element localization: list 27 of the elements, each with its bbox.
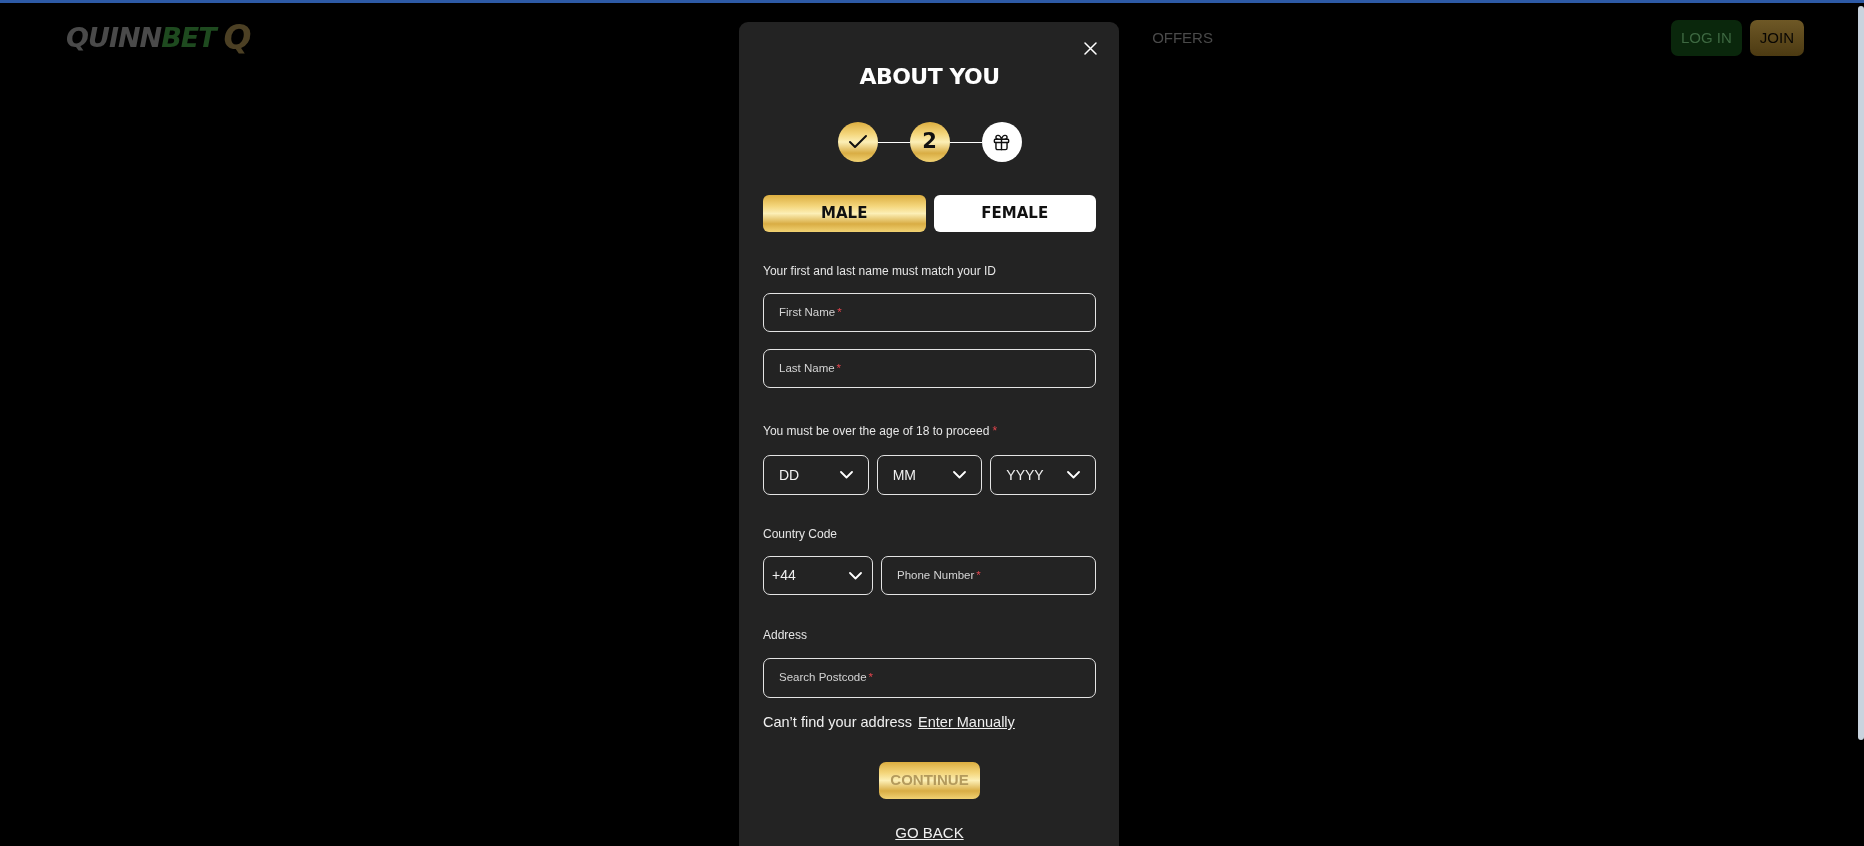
scrollbar[interactable] [1858,6,1864,740]
enter-manually-link[interactable]: Enter Manually [918,712,1015,734]
close-icon [1084,42,1097,55]
postcode-input-field[interactable]: Search Postcode * [763,658,1096,698]
country-code-select[interactable]: +44 [763,556,873,595]
gender-option[interactable]: FEMALE [933,195,1096,232]
name-note: Your first and last name must match your ID [763,263,997,279]
address-label: Address [763,627,809,643]
go-back-link[interactable]: GO BACK [895,823,964,843]
chevron-down-icon [839,471,853,479]
address-hint-text: Can’t find your address [763,713,913,733]
age-note: You must be over the age of 18 to proceed * [763,423,999,439]
check-icon [837,122,878,162]
modal-title: ABOUT YOU [859,63,1000,91]
chevron-down-icon [953,471,967,479]
step-number: 2 [909,122,950,162]
date-select[interactable]: MM [876,455,983,495]
gender-option[interactable]: MALE [763,195,926,232]
chevron-down-icon [1067,471,1080,479]
date-select[interactable]: DD [763,455,869,495]
phone-input-field[interactable]: Phone Number * [881,556,1096,595]
chevron-down-icon [849,571,862,580]
close-button[interactable] [1084,42,1097,55]
date-select[interactable]: YYYY [990,455,1096,495]
country-code-label: Country Code [763,526,839,542]
name-input-field[interactable]: Last Name * [763,349,1096,388]
name-input-field[interactable]: First Name * [763,293,1096,332]
